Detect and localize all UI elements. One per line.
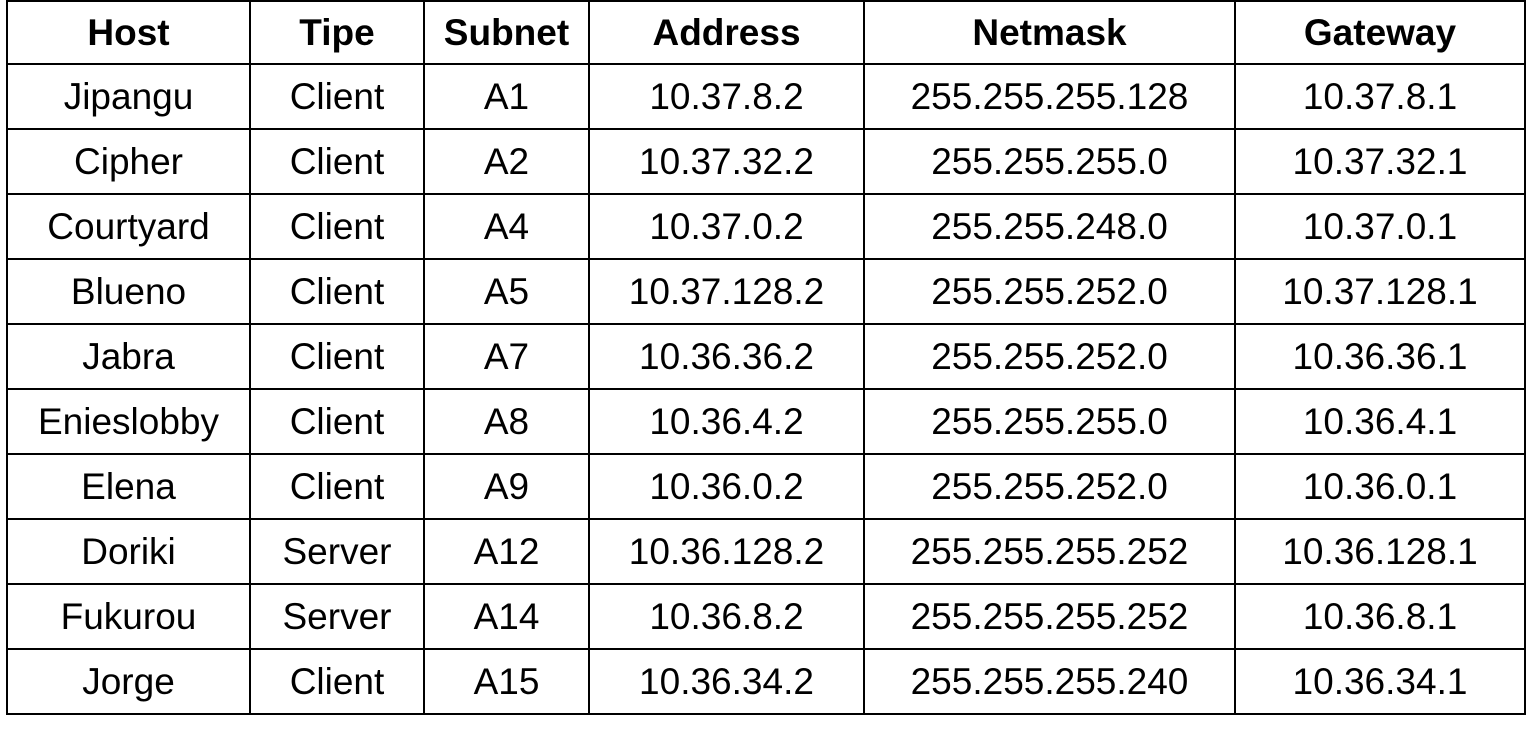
- cell-netmask: 255.255.255.252: [863, 583, 1236, 650]
- cell-type: Client: [249, 63, 425, 130]
- cell-host: Enieslobby: [6, 388, 251, 455]
- cell-address: 10.36.34.2: [588, 648, 865, 715]
- table-row: Jipangu Client A1 10.37.8.2 255.255.255.128 1…: [6, 63, 1526, 130]
- cell-subnet: A8: [423, 388, 590, 455]
- cell-address: 10.37.128.2: [588, 258, 865, 325]
- cell-netmask: 255.255.252.0: [863, 453, 1236, 520]
- cell-gateway: 10.36.128.1: [1234, 518, 1526, 585]
- cell-gateway: 10.36.0.1: [1234, 453, 1526, 520]
- cell-type: Client: [249, 258, 425, 325]
- header-gateway: Gateway: [1234, 0, 1526, 65]
- cell-gateway: 10.37.0.1: [1234, 193, 1526, 260]
- cell-gateway: 10.36.8.1: [1234, 583, 1526, 650]
- network-table-container: Host Tipe Subnet Address Netmask Gateway…: [6, 0, 1526, 715]
- cell-host: Doriki: [6, 518, 251, 585]
- cell-address: 10.36.8.2: [588, 583, 865, 650]
- cell-subnet: A9: [423, 453, 590, 520]
- cell-netmask: 255.255.252.0: [863, 258, 1236, 325]
- cell-address: 10.37.32.2: [588, 128, 865, 195]
- table-row: Blueno Client A5 10.37.128.2 255.255.252.0 10…: [6, 258, 1526, 325]
- cell-gateway: 10.37.32.1: [1234, 128, 1526, 195]
- cell-netmask: 255.255.248.0: [863, 193, 1236, 260]
- cell-gateway: 10.37.8.1: [1234, 63, 1526, 130]
- header-netmask: Netmask: [863, 0, 1236, 65]
- cell-gateway: 10.36.4.1: [1234, 388, 1526, 455]
- cell-type: Client: [249, 388, 425, 455]
- cell-netmask: 255.255.255.252: [863, 518, 1236, 585]
- table-row: Enieslobby Client A8 10.36.4.2 255.255.255.0…: [6, 388, 1526, 455]
- table-row: Jorge Client A15 10.36.34.2 255.255.255.240 1…: [6, 648, 1526, 715]
- cell-subnet: A1: [423, 63, 590, 130]
- table-row: Doriki Server A12 10.36.128.2 255.255.255.25…: [6, 518, 1526, 585]
- cell-type: Client: [249, 128, 425, 195]
- cell-host: Elena: [6, 453, 251, 520]
- cell-netmask: 255.255.255.240: [863, 648, 1236, 715]
- cell-netmask: 255.255.252.0: [863, 323, 1236, 390]
- cell-subnet: A2: [423, 128, 590, 195]
- cell-gateway: 10.36.36.1: [1234, 323, 1526, 390]
- table-row: Fukurou Server A14 10.36.8.2 255.255.255.252…: [6, 583, 1526, 650]
- cell-host: Blueno: [6, 258, 251, 325]
- cell-subnet: A14: [423, 583, 590, 650]
- table-body: Jipangu Client A1 10.37.8.2 255.255.255.128 1…: [6, 63, 1526, 715]
- cell-host: Courtyard: [6, 193, 251, 260]
- table-row: Jabra Client A7 10.36.36.2 255.255.252.0 10.3…: [6, 323, 1526, 390]
- cell-subnet: A15: [423, 648, 590, 715]
- cell-address: 10.37.0.2: [588, 193, 865, 260]
- cell-address: 10.36.128.2: [588, 518, 865, 585]
- cell-host: Cipher: [6, 128, 251, 195]
- cell-netmask: 255.255.255.0: [863, 388, 1236, 455]
- table-row: Elena Client A9 10.36.0.2 255.255.252.0 10.36…: [6, 453, 1526, 520]
- cell-type: Client: [249, 193, 425, 260]
- cell-type: Client: [249, 323, 425, 390]
- cell-subnet: A12: [423, 518, 590, 585]
- header-type: Tipe: [249, 0, 425, 65]
- cell-address: 10.36.0.2: [588, 453, 865, 520]
- cell-host: Jorge: [6, 648, 251, 715]
- cell-type: Client: [249, 453, 425, 520]
- header-address: Address: [588, 0, 865, 65]
- cell-netmask: 255.255.255.0: [863, 128, 1236, 195]
- cell-host: Jabra: [6, 323, 251, 390]
- cell-netmask: 255.255.255.128: [863, 63, 1236, 130]
- cell-subnet: A4: [423, 193, 590, 260]
- cell-address: 10.36.4.2: [588, 388, 865, 455]
- cell-type: Client: [249, 648, 425, 715]
- cell-host: Jipangu: [6, 63, 251, 130]
- network-config-table: Host Tipe Subnet Address Netmask Gateway…: [6, 0, 1526, 715]
- cell-type: Server: [249, 518, 425, 585]
- cell-gateway: 10.36.34.1: [1234, 648, 1526, 715]
- cell-host: Fukurou: [6, 583, 251, 650]
- cell-address: 10.36.36.2: [588, 323, 865, 390]
- cell-gateway: 10.37.128.1: [1234, 258, 1526, 325]
- cell-address: 10.37.8.2: [588, 63, 865, 130]
- cell-type: Server: [249, 583, 425, 650]
- cell-subnet: A7: [423, 323, 590, 390]
- header-subnet: Subnet: [423, 0, 590, 65]
- cell-subnet: A5: [423, 258, 590, 325]
- header-host: Host: [6, 0, 251, 65]
- table-row: Courtyard Client A4 10.37.0.2 255.255.248.0 1…: [6, 193, 1526, 260]
- table-header-row: Host Tipe Subnet Address Netmask Gateway: [6, 0, 1526, 65]
- table-row: Cipher Client A2 10.37.32.2 255.255.255.0 10.…: [6, 128, 1526, 195]
